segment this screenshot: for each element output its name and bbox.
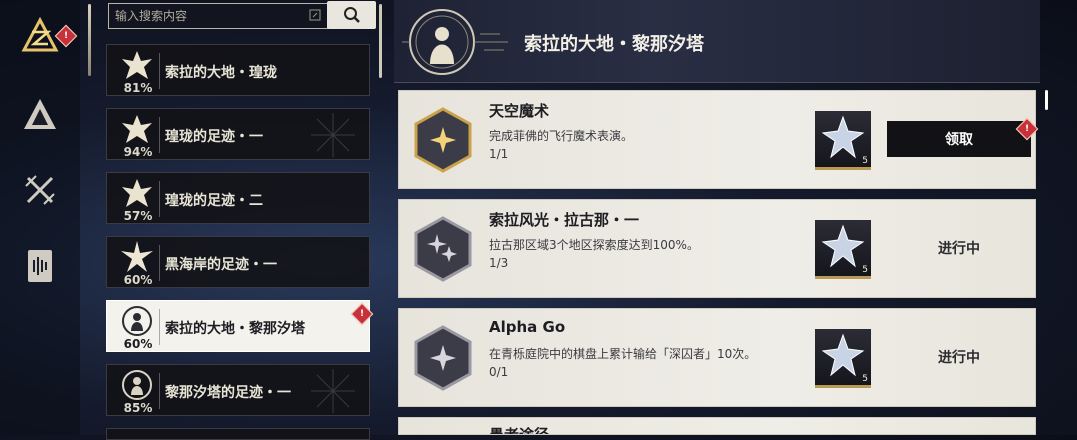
divider [159,245,160,281]
hooded-figure-icon [115,304,159,338]
achievement-card: 索拉风光・拉古那・一 拉古那区域3个地区探索度达到100%。 1/3 5 进行中 [398,199,1036,298]
star-flower-icon [115,240,159,274]
search-input[interactable] [109,4,307,28]
hooded-figure-icon [115,368,159,402]
category-item-selected[interactable]: 60% 索拉的大地・黎那汐塔 [106,300,370,352]
nav-explore-button[interactable] [18,92,62,136]
category-emblem-icon [115,176,159,210]
category-header: 索拉的大地・黎那汐塔 [394,0,1040,83]
achievement-hex-icon [414,107,472,173]
in-progress-status: 进行中 [938,241,980,257]
achievement-hex-icon [414,325,472,391]
in-progress-status: 进行中 [938,350,980,366]
category-emblem-icon [115,112,159,146]
nav-archive-button[interactable] [18,244,62,288]
category-title-header: 索拉的大地・黎那汐塔 [524,34,704,55]
category-percent: 57% [123,209,153,223]
achievement-title: 天空魔术 [489,102,550,120]
category-item[interactable]: 94% 瑝珑的足迹・一 [106,108,370,160]
claim-button[interactable]: 领取 [887,121,1031,157]
category-percent: 60% [123,337,153,351]
achievement-progress: 1/3 [489,256,509,270]
achievement-description: 拉古那区域3个地区探索度达到100%。 [489,238,699,252]
category-percent: 60% [123,273,153,287]
category-percent: 85% [123,401,153,415]
search-box[interactable] [108,3,328,29]
achievement-card: 愚者途径 [398,417,1036,435]
category-title: 瑝珑的足迹・一 [165,129,263,145]
crossed-swords-icon [25,175,55,205]
category-item[interactable]: 57% 瑝珑的足迹・二 [106,172,370,224]
left-nav: ! [0,0,80,435]
category-title: 索拉的大地・瑝珑 [165,65,277,81]
divider [159,309,160,345]
category-emblem-icon [115,48,159,82]
triangle-compass-icon [24,99,56,129]
reward-item[interactable]: 5 [815,220,871,279]
achievement-card: Alpha Go 在青栎庭院中的棋盘上累计输给「深囚者」10次。 0/1 5 进… [398,308,1036,407]
divider [159,373,160,409]
list-scrollbar[interactable] [379,4,382,78]
category-percent: 81% [123,81,153,95]
achievement-title: 愚者途径 [489,426,550,435]
reward-count: 5 [862,374,868,384]
category-title: 索拉的大地・黎那汐塔 [165,321,305,337]
nav-divider [88,4,91,76]
reward-count: 5 [862,156,868,166]
edit-icon [309,9,321,21]
category-item[interactable] [106,428,370,440]
book-icon [28,250,52,282]
divider [159,53,160,89]
reward-item[interactable]: 5 [815,329,871,388]
achievement-progress: 0/1 [489,365,509,379]
achievement-description: 完成菲佛的飞行魔术表演。 [489,129,634,143]
category-title: 瑝珑的足迹・二 [165,193,263,209]
divider [159,181,160,217]
achievement-scrollbar[interactable] [1045,90,1048,110]
category-percent: 94% [123,145,153,159]
divider [159,117,160,153]
region-emblem-icon [402,9,508,75]
reward-item[interactable]: 5 [815,111,871,170]
category-title: 黑海岸的足迹・一 [165,257,277,273]
category-item[interactable]: 85% 黎那汐塔的足迹・一 [106,364,370,416]
achievement-progress: 1/1 [489,147,509,161]
category-item[interactable]: 81% 索拉的大地・瑝珑 [106,44,370,96]
category-item[interactable]: 60% 黑海岸的足迹・一 [106,236,370,288]
decorative-pattern-icon [311,369,355,413]
achievement-title: Alpha Go [489,318,566,336]
decorative-pattern-icon [311,113,355,157]
category-title: 黎那汐塔的足迹・一 [165,385,291,401]
achievement-title: 索拉风光・拉古那・一 [489,211,640,229]
reward-count: 5 [862,265,868,275]
achievement-hex-icon [414,216,472,282]
nav-combat-button[interactable] [18,168,62,212]
achievement-card: 天空魔术 完成菲佛的飞行魔术表演。 1/1 5 领取 ! [398,90,1039,189]
search-button[interactable] [327,1,376,29]
search-icon [343,7,360,23]
achievement-description: 在青栎庭院中的棋盘上累计输给「深囚者」10次。 [489,347,757,361]
